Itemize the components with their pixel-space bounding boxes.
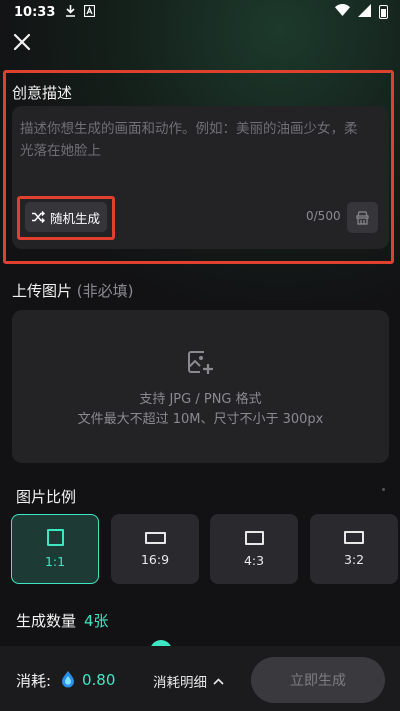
chevron-up-icon (213, 677, 224, 685)
ratio-3-2-icon (344, 531, 364, 544)
creative-title: 创意描述 (12, 84, 73, 102)
shuffle-icon (31, 211, 45, 223)
more-dot (382, 488, 385, 491)
random-generate-button[interactable]: 随机生成 (25, 202, 107, 232)
quantity-value: 4张 (84, 612, 109, 630)
char-count: 0/500 (306, 209, 341, 223)
upload-format-text: 支持 JPG / PNG 格式 (139, 392, 262, 407)
image-add-icon (188, 351, 213, 374)
description-placeholder: 描述你想生成的画面和动作。例如：美丽的油画少女，柔光落在她脸上 (20, 121, 358, 159)
ratio-label: 16:9 (140, 551, 170, 567)
upload-title-text: 上传图片 (12, 282, 73, 300)
ratio-4-3-icon (244, 530, 264, 545)
ratio-1-1-icon (46, 529, 64, 546)
ratio-title: 图片比例 (16, 488, 77, 506)
cost-value: 0.80 (82, 671, 116, 689)
status-bar: 10:33 (0, 0, 400, 24)
clear-icon (356, 210, 369, 225)
random-generate-label: 随机生成 (49, 210, 100, 226)
upload-size-text: 文件最大不超过 10M、尺寸不小于 300px (77, 412, 324, 427)
cost-detail-label: 消耗明细 (153, 675, 207, 691)
coin-icon (62, 671, 74, 688)
close-icon (13, 33, 31, 51)
ratio-label: 3:2 (343, 552, 365, 567)
upload-title: 上传图片 (非必填) (12, 280, 134, 301)
cost-detail-button[interactable]: 消耗明细 (153, 671, 224, 691)
ratio-option-1-1[interactable]: 1:1 (11, 514, 99, 584)
quantity-title-text: 生成数量 (16, 612, 77, 630)
quantity-title: 生成数量 4张 (16, 610, 109, 631)
signal-icon (358, 3, 371, 21)
ratio-label: 4:3 (243, 552, 265, 568)
close-button[interactable] (10, 30, 34, 54)
generate-now-label: 立即生成 (290, 673, 346, 689)
upload-area[interactable] (12, 310, 389, 463)
a-icon (84, 4, 96, 20)
wifi-icon (335, 4, 350, 20)
ratio-16-9-icon (144, 531, 166, 544)
status-time: 10:33 (14, 4, 56, 20)
ratio-option-16-9[interactable]: 16:9 (111, 514, 199, 584)
cost-label: 消耗: (16, 672, 52, 690)
battery-icon (379, 5, 388, 19)
ratio-label: 1:1 (44, 554, 66, 569)
download-icon (65, 4, 76, 20)
upload-optional: (非必填) (76, 282, 134, 300)
ratio-option-4-3[interactable]: 4:3 (210, 514, 298, 584)
generate-now-button[interactable]: 立即生成 (251, 657, 385, 703)
ratio-option-3-2[interactable]: 3:2 (310, 514, 398, 584)
clear-button[interactable] (347, 202, 378, 233)
